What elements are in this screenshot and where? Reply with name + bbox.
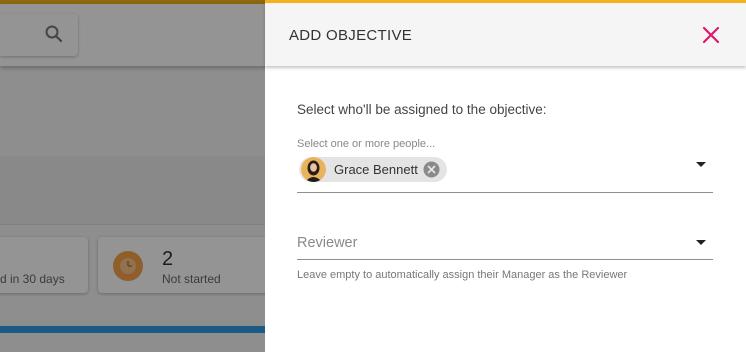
assignee-field-label: Select one or more people...	[297, 138, 436, 150]
dropdown-arrow-icon[interactable]	[696, 162, 706, 167]
assignment-prompt: Select who'll be assigned to the objecti…	[297, 102, 547, 117]
reviewer-select[interactable]: Reviewer	[297, 229, 713, 260]
dropdown-arrow-icon[interactable]	[696, 240, 706, 245]
avatar	[301, 157, 326, 182]
panel-header: ADD OBJECTIVE	[265, 3, 746, 66]
assignee-name: Grace Bennett	[334, 162, 418, 177]
reviewer-helper-text: Leave empty to automatically assign thei…	[297, 269, 628, 281]
remove-chip-icon[interactable]	[423, 161, 440, 178]
panel-title: ADD OBJECTIVE	[289, 27, 413, 44]
reviewer-placeholder: Reviewer	[297, 235, 358, 251]
assignee-chip[interactable]: Grace Bennett	[299, 157, 447, 182]
add-objective-panel: ADD OBJECTIVE Select who'll be assigned …	[265, 0, 746, 352]
close-icon[interactable]	[698, 22, 724, 48]
assignee-select[interactable]: Select one or more people... Grace Benne…	[297, 136, 713, 193]
